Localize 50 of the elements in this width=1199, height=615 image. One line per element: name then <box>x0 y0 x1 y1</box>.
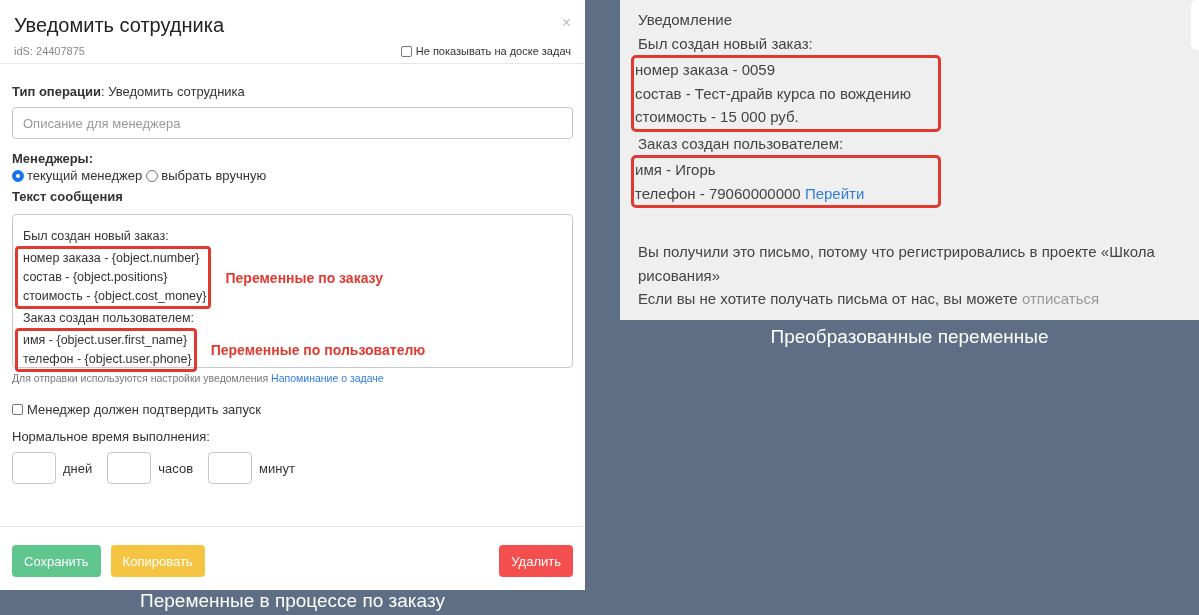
unit-label: часов <box>158 460 194 476</box>
caption: Переменные в процессе по заказу <box>139 590 446 612</box>
message-label: Текст сообщения <box>12 189 124 204</box>
message-line: состав - {object.positions} <box>22 269 169 286</box>
operation-type-text: Тип операции: Уведомить сотрудника <box>12 84 246 99</box>
unit-label: дней <box>63 460 93 476</box>
unit-label: минут <box>259 460 295 476</box>
managers-label: Менеджеры: <box>12 151 95 166</box>
email-line: имя - Игорь <box>634 160 717 180</box>
save-button[interactable]: Сохранить <box>12 545 101 577</box>
go-link[interactable]: Перейти <box>804 184 865 202</box>
hint-text: Для отправки используются настройки уведомления Напоминание о задаче <box>12 372 385 384</box>
footer-text: Вы получили это письмо, потому что регистрировались в проекте «Школа рисования» <box>637 242 1156 286</box>
duration-label: Нормальное время выполнения: <box>12 429 211 444</box>
email-line: Заказ создан пользователем: <box>637 133 845 154</box>
message-line: стоимость - {object.cost_money} <box>22 288 207 305</box>
email-line: номер заказа - 0059 <box>634 60 776 80</box>
annotation-text: Переменные по пользователю <box>210 342 426 358</box>
message-line: Был создан новый заказ: <box>22 228 170 245</box>
radio-button[interactable] <box>12 169 24 182</box>
email-line: стоимость - 15 000 руб. <box>634 107 800 127</box>
checkbox-label: Не показывать на доске задач <box>415 45 571 57</box>
checkbox-label: Менеджер должен подтвердить запуск <box>27 402 261 417</box>
caption: Преобразованные переменные <box>769 326 1050 348</box>
delete-button[interactable]: Удалить <box>499 545 573 577</box>
radio-label: выбрать вручную <box>161 168 267 183</box>
message-line: Заказ создан пользователем: <box>22 310 195 327</box>
checkbox[interactable] <box>400 45 412 57</box>
unsubscribe-text: Если вы не хотите получать письма от нас, вы можете отписаться <box>637 289 1101 309</box>
checkbox[interactable] <box>12 404 23 415</box>
reminder-link[interactable]: Напоминание о задаче <box>271 372 384 384</box>
description-field[interactable]: Описание для менеджера <box>12 107 573 139</box>
annotation-text: Переменные по заказу <box>225 269 383 286</box>
email-line: состав - Тест-драйв курса по вождению <box>634 83 912 104</box>
email-line: Был создан новый заказ: <box>637 33 814 54</box>
id-label: idS: 24407875 <box>14 45 85 57</box>
email-line: Уведомление <box>637 10 733 30</box>
message-line: имя - {object.user.first_name} <box>22 332 189 349</box>
copy-button[interactable]: Копировать <box>110 545 205 577</box>
radio-label: текущий менеджер <box>27 168 143 183</box>
message-line: номер заказа - {object.number} <box>22 250 201 267</box>
email-line: телефон - 79060000000 Перейти <box>634 183 866 204</box>
duration-field[interactable] <box>12 452 56 484</box>
unsubscribe-link[interactable]: отписаться <box>1021 290 1100 307</box>
duration-field[interactable] <box>107 452 152 484</box>
close-button[interactable]: × <box>561 14 571 32</box>
duration-field[interactable] <box>208 452 253 484</box>
dialog-title: Уведомить сотрудника <box>14 14 225 37</box>
radio-button[interactable] <box>146 169 159 182</box>
message-line: телефон - {object.user.phone} <box>22 351 192 368</box>
